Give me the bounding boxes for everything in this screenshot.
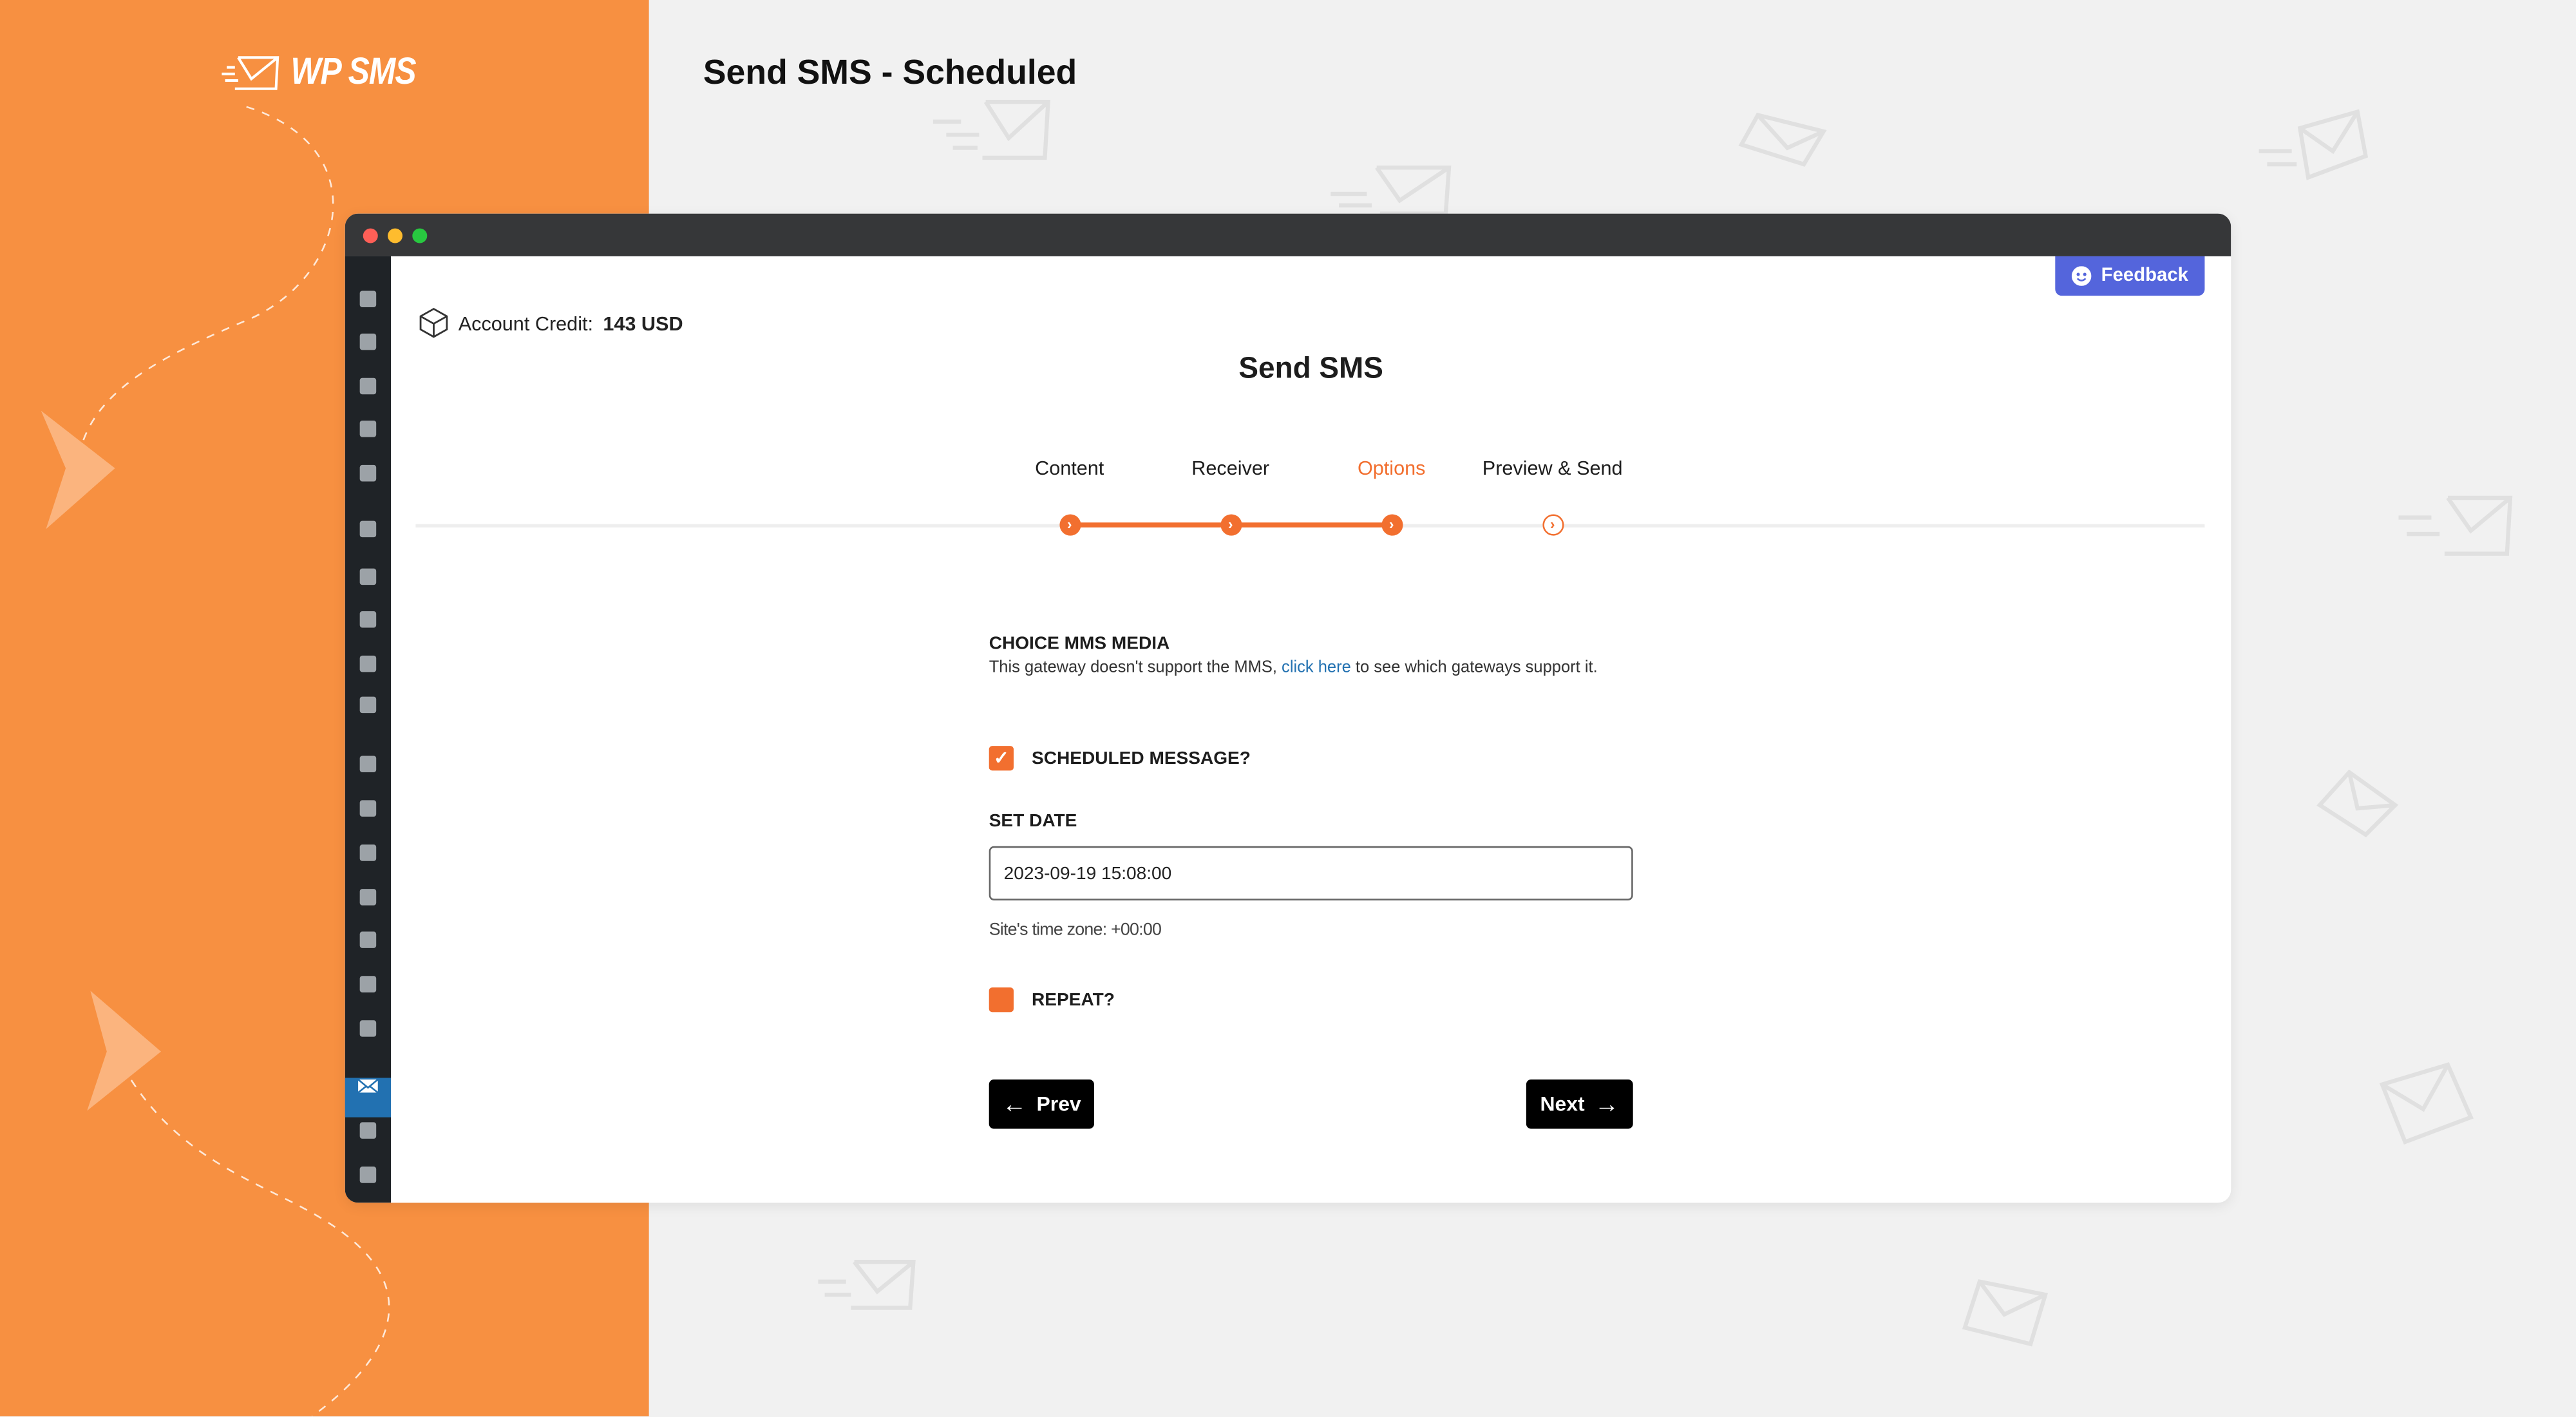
megaphone-icon[interactable]	[355, 652, 381, 676]
cube-icon	[419, 307, 448, 338]
layout-icon[interactable]	[355, 973, 381, 996]
pages-icon[interactable]	[355, 375, 381, 398]
scheduled-row: ✓ SCHEDULED MESSAGE?	[989, 746, 1251, 771]
mms-description: This gateway doesn't support the MMS, cl…	[989, 656, 1633, 680]
gateways-link[interactable]: click here	[1282, 659, 1351, 677]
next-button[interactable]: Next →	[1526, 1079, 1633, 1129]
credit-label: Account Credit:	[458, 311, 594, 335]
minimize-dot[interactable]	[388, 228, 402, 243]
window-titlebar	[345, 213, 2231, 256]
send-sms-heading: Send SMS	[1238, 351, 1383, 385]
pin-icon[interactable]	[355, 287, 381, 310]
step-chevron-icon: ›	[1542, 514, 1564, 536]
wp-sms-logo: WP SMS	[218, 50, 437, 94]
main-content: Feedback Account Credit: 143 USD Send SM…	[391, 256, 2231, 1203]
chart-bar-icon[interactable]	[355, 608, 381, 631]
stage: WP SMS Send SMS - Scheduled Feedback Acc…	[0, 0, 2576, 1416]
account-credit: Account Credit: 143 USD	[419, 307, 683, 338]
step-options[interactable]: Options	[1358, 457, 1426, 480]
timezone-text: Site's time zone: +00:00	[989, 920, 1162, 940]
gallery-icon[interactable]	[355, 462, 381, 485]
prev-label: Prev	[1036, 1092, 1081, 1116]
sliders-icon[interactable]	[355, 928, 381, 951]
arrow-right-icon: →	[1594, 1090, 1620, 1118]
repeat-row: REPEAT?	[989, 987, 1115, 1013]
repeat-label: REPEAT?	[1032, 989, 1115, 1010]
feedback-label: Feedback	[2101, 266, 2189, 286]
forms-icon[interactable]	[355, 694, 381, 717]
credit-value: 143 USD	[603, 311, 683, 335]
analytics-icon[interactable]	[355, 1163, 381, 1186]
mms-label: CHOICE MMS MEDIA	[989, 634, 1170, 654]
tools-icon[interactable]	[355, 886, 381, 909]
plugins-icon[interactable]	[355, 797, 381, 820]
mms-desc-text: This gateway doesn't support the MMS,	[989, 658, 1277, 678]
date-input[interactable]	[989, 846, 1633, 900]
pie-chart-icon[interactable]	[355, 1119, 381, 1142]
step-chevron-icon: ›	[1059, 514, 1081, 536]
feedback-button[interactable]: Feedback	[2055, 256, 2205, 296]
set-date-label: SET DATE	[989, 812, 1077, 832]
prev-button[interactable]: ← Prev	[989, 1079, 1094, 1129]
settings-icon[interactable]	[355, 1017, 381, 1040]
paper-plane-icon	[87, 991, 161, 1111]
woo-icon[interactable]	[355, 518, 381, 541]
scheduled-label: SCHEDULED MESSAGE?	[1032, 748, 1251, 768]
step-chevron-icon: ›	[1381, 514, 1403, 536]
maximize-dot[interactable]	[412, 228, 428, 243]
browser-window: Feedback Account Credit: 143 USD Send SM…	[345, 213, 2231, 1203]
smiley-icon	[2071, 266, 2092, 286]
comments-icon[interactable]	[355, 417, 381, 441]
step-content[interactable]: Content	[1035, 457, 1104, 480]
close-dot[interactable]	[363, 228, 378, 243]
wp-admin-sidebar	[345, 256, 392, 1203]
logo-envelope-icon	[222, 55, 279, 90]
logo-text: WP SMS	[290, 49, 417, 92]
next-label: Next	[1540, 1092, 1585, 1116]
sms-envelope-icon[interactable]	[355, 1074, 381, 1098]
repeat-checkbox[interactable]	[989, 987, 1014, 1013]
scheduled-checkbox[interactable]: ✓	[989, 746, 1014, 771]
users-icon[interactable]	[355, 841, 381, 864]
step-receiver[interactable]: Receiver	[1191, 457, 1269, 480]
mms-desc-text: to see which gateways support it.	[1355, 658, 1598, 678]
archive-icon[interactable]	[355, 566, 381, 589]
step-chevron-icon: ›	[1220, 514, 1242, 536]
arrow-left-icon: ←	[1001, 1090, 1027, 1118]
step-preview-send[interactable]: Preview & Send	[1482, 457, 1623, 480]
media-icon[interactable]	[355, 330, 381, 354]
appearance-icon[interactable]	[355, 752, 381, 775]
paper-plane-icon	[41, 410, 115, 529]
